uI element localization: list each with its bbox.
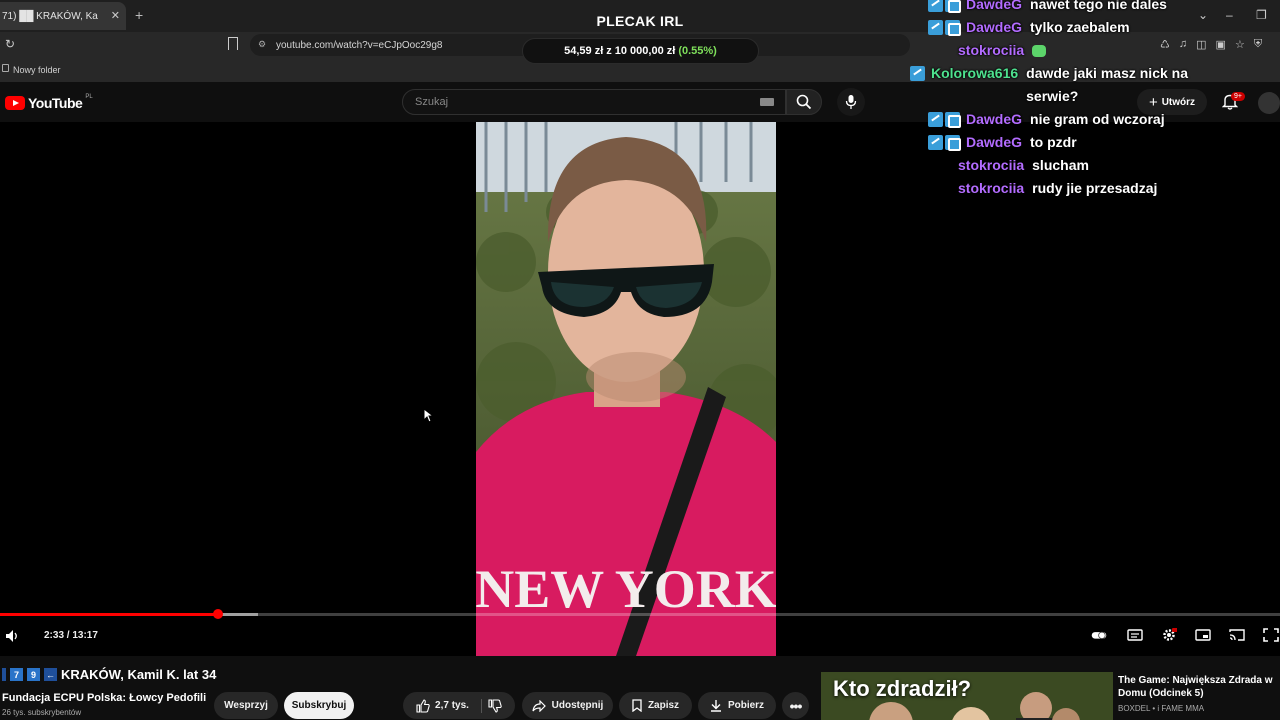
subscriber-count: 26 tys. subskrybentów bbox=[2, 708, 82, 717]
save-button[interactable]: Zapisz bbox=[619, 692, 692, 719]
goal-target: 10 000,00 zł bbox=[614, 45, 676, 57]
microphone-icon bbox=[845, 95, 857, 109]
volume-icon[interactable] bbox=[5, 629, 19, 643]
sidebar-icon[interactable]: ◫ bbox=[1196, 38, 1206, 51]
thumbnail-text: Kto zdradził? bbox=[833, 676, 972, 701]
goal-separator: z bbox=[606, 45, 612, 57]
support-button[interactable]: Wesprzyj bbox=[214, 692, 278, 719]
download-button[interactable]: Pobierz bbox=[698, 692, 776, 719]
search-input[interactable]: Szukaj bbox=[402, 89, 786, 115]
create-label: Utwórz bbox=[1161, 96, 1196, 108]
shirt-text: NEW YORK bbox=[476, 559, 776, 619]
video-frame: NEW YORK bbox=[476, 122, 776, 656]
screen: 71) ██ KRAKÓW, Ka ✕ + ⌄ – ❐ ↻ ⚙ youtube.… bbox=[0, 0, 1280, 720]
region-code: PL bbox=[85, 94, 93, 100]
shield-icon[interactable]: ⛨ bbox=[1254, 38, 1262, 51]
search-icon bbox=[796, 94, 812, 110]
youtube-play-icon bbox=[5, 96, 25, 110]
share-arrow-icon bbox=[532, 699, 546, 712]
share-button[interactable]: Udostępnij bbox=[522, 692, 613, 719]
cast-icon[interactable] bbox=[1229, 628, 1245, 642]
create-button[interactable]: + Utwórz bbox=[1137, 89, 1207, 115]
save-label: Zapisz bbox=[647, 700, 680, 711]
bookmark-icon[interactable] bbox=[228, 37, 238, 50]
like-count: 2,7 tys. bbox=[435, 700, 469, 711]
like-button[interactable]: 2,7 tys. bbox=[416, 698, 482, 713]
plus-icon: + bbox=[1148, 93, 1158, 111]
favorites-icon[interactable]: ☆ bbox=[1235, 38, 1245, 51]
subtitles-icon[interactable] bbox=[1127, 628, 1143, 642]
account-avatar[interactable] bbox=[1258, 92, 1280, 114]
search-button[interactable] bbox=[786, 89, 822, 115]
share-label: Udostępnij bbox=[551, 700, 604, 711]
extensions-icon[interactable]: ♺ bbox=[1160, 38, 1170, 51]
progress-scrubber[interactable] bbox=[212, 609, 223, 619]
minimize-icon[interactable]: – bbox=[1226, 8, 1233, 22]
channel-name[interactable]: Fundacja ECPU Polska: Łowcy Pedofili bbox=[2, 692, 206, 704]
save-bookmark-icon bbox=[632, 699, 642, 712]
download-label: Pobierz bbox=[727, 700, 765, 711]
wallet-icon[interactable]: ▣ bbox=[1216, 38, 1226, 51]
voice-search-button[interactable] bbox=[837, 88, 865, 116]
like-dislike-group: 2,7 tys. bbox=[403, 692, 515, 719]
fullscreen-icon[interactable] bbox=[1263, 628, 1279, 642]
video-content-image: NEW YORK bbox=[476, 122, 776, 656]
recommended-title[interactable]: The Game: Największa Zdrada w Domu (Odci… bbox=[1118, 674, 1278, 700]
more-dots-icon: ••• bbox=[789, 697, 803, 714]
recommended-thumbnail[interactable]: Kto zdradził? bbox=[821, 672, 1113, 720]
donation-goal-pill: 54,59 zł z 10 000,00 zł (0.55%) bbox=[522, 38, 759, 64]
youtube-wordmark: YouTube bbox=[28, 95, 83, 111]
keyboard-icon[interactable] bbox=[760, 98, 774, 106]
time-display: 2:33 / 13:17 bbox=[44, 630, 98, 641]
autoplay-toggle-icon[interactable] bbox=[1091, 628, 1107, 642]
url-text: youtube.com/watch?v=eCJpOoc29g8 bbox=[276, 39, 443, 51]
more-actions-button[interactable]: ••• bbox=[782, 692, 809, 719]
youtube-logo[interactable]: YouTube PL bbox=[5, 94, 93, 111]
close-tab-icon[interactable]: ✕ bbox=[111, 9, 120, 22]
tab-title: 71) ██ KRAKÓW, Ka bbox=[2, 10, 98, 22]
goal-current: 54,59 zł bbox=[564, 45, 604, 57]
subscribe-label: Subskrybuj bbox=[291, 700, 347, 711]
folder-icon bbox=[2, 64, 9, 72]
support-label: Wesprzyj bbox=[224, 700, 268, 711]
subscribe-button[interactable]: Subskrybuj bbox=[284, 692, 354, 719]
thumbs-up-icon bbox=[416, 698, 430, 713]
media-icon[interactable]: ♫ bbox=[1179, 38, 1187, 51]
reload-icon[interactable]: ↻ bbox=[5, 37, 15, 51]
site-info-icon[interactable]: ⚙ bbox=[258, 39, 266, 50]
restore-icon[interactable]: ❐ bbox=[1256, 8, 1267, 22]
title-number-badge-1: 7 bbox=[10, 668, 23, 681]
browser-tab[interactable]: 71) ██ KRAKÓW, Ka ✕ bbox=[0, 2, 126, 30]
title-arrow-badge: ← bbox=[44, 668, 57, 681]
stream-overlay-title: PLECAK IRL bbox=[596, 13, 684, 29]
recommended-channel[interactable]: BOXDEL • i FAME MMA bbox=[1118, 704, 1204, 713]
mouse-cursor-icon bbox=[423, 408, 433, 423]
download-icon bbox=[710, 700, 721, 712]
video-title-row: 7 9 ← KRAKÓW, Kamil K. lat 34 bbox=[2, 667, 216, 682]
miniplayer-icon[interactable] bbox=[1195, 628, 1211, 642]
settings-gear-icon[interactable] bbox=[1161, 628, 1177, 642]
window-dropdown-icon[interactable]: ⌄ bbox=[1198, 8, 1208, 22]
thumbs-down-icon[interactable] bbox=[488, 698, 502, 713]
video-title: KRAKÓW, Kamil K. lat 34 bbox=[61, 667, 217, 682]
search-placeholder: Szukaj bbox=[415, 96, 449, 108]
title-badge-edge bbox=[2, 668, 6, 681]
bookmark-folder[interactable]: Nowy folder bbox=[13, 65, 61, 75]
title-number-badge-2: 9 bbox=[27, 668, 40, 681]
progress-played bbox=[0, 613, 218, 616]
goal-percent: (0.55%) bbox=[678, 45, 717, 57]
new-tab-button[interactable]: + bbox=[135, 7, 143, 23]
notifications-badge: 9+ bbox=[1231, 92, 1245, 101]
